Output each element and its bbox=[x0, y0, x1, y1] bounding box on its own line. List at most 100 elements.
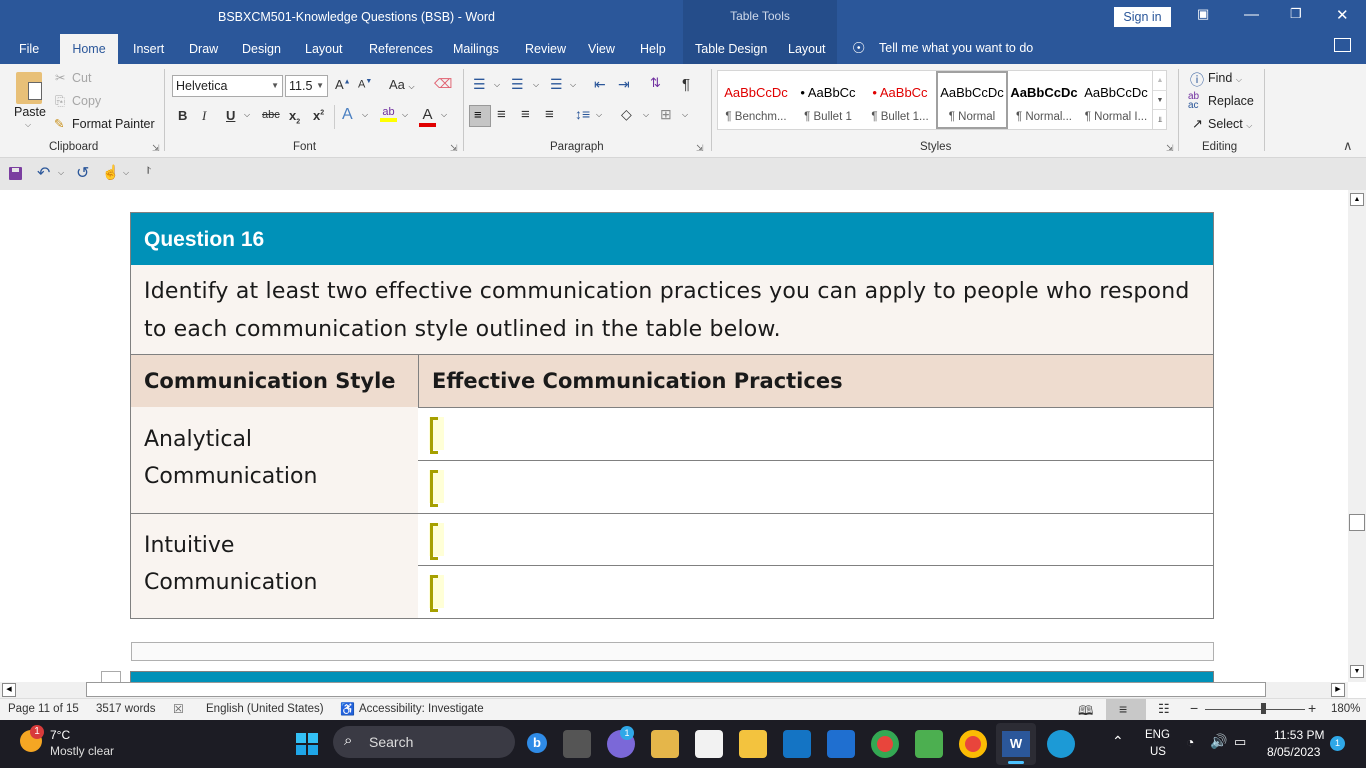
increase-indent-icon[interactable]: ⇥ bbox=[618, 76, 630, 93]
table-row-style-cell[interactable]: Analytical Communication bbox=[130, 407, 419, 514]
styles-up-icon[interactable]: ▲ bbox=[1153, 71, 1167, 90]
line-spacing-dropdown-icon[interactable]: ⌵ bbox=[596, 110, 602, 120]
content-control-placeholder[interactable] bbox=[429, 575, 444, 612]
paste-icon[interactable] bbox=[16, 72, 42, 104]
clock-date[interactable]: 8/05/2023 bbox=[1267, 745, 1320, 759]
scanner-icon[interactable] bbox=[827, 730, 855, 758]
notification-badge[interactable]: 1 bbox=[1330, 736, 1345, 751]
accessibility-status[interactable]: Accessibility: Investigate bbox=[359, 703, 484, 715]
numbering-dropdown-icon[interactable]: ⌵ bbox=[533, 80, 539, 90]
line-spacing-icon[interactable]: ↕≡ bbox=[575, 106, 590, 122]
clear-formatting-icon[interactable]: ⌫ bbox=[434, 76, 452, 92]
cut-button[interactable]: Cut bbox=[72, 71, 91, 85]
word-taskbar-button[interactable]: W bbox=[996, 723, 1036, 765]
customize-qat-icon[interactable]: ⨡ bbox=[147, 166, 151, 177]
weather-temp[interactable]: 7°C bbox=[50, 728, 70, 742]
volume-icon[interactable]: 🔊 bbox=[1210, 733, 1227, 750]
bing-icon[interactable]: b bbox=[527, 733, 547, 753]
horizontal-scroll-thumb[interactable] bbox=[86, 682, 1266, 697]
decrease-indent-icon[interactable]: ⇤ bbox=[594, 76, 606, 93]
task-view-icon[interactable] bbox=[563, 730, 591, 758]
answer-cell[interactable] bbox=[418, 565, 1214, 619]
scroll-down-icon[interactable]: ▼ bbox=[1350, 665, 1364, 678]
scroll-up-icon[interactable]: ▲ bbox=[1350, 193, 1364, 206]
minimize-icon[interactable]: — bbox=[1244, 6, 1259, 23]
bullets-icon[interactable]: ☰ bbox=[473, 76, 486, 93]
clipboard-launcher-icon[interactable]: ⇲ bbox=[152, 143, 160, 154]
underline-dropdown-icon[interactable]: ⌵ bbox=[244, 110, 250, 120]
tab-layout[interactable]: Layout bbox=[305, 42, 343, 56]
battery-icon[interactable]: ▭ bbox=[1234, 734, 1246, 750]
align-left-button[interactable]: ≡ bbox=[469, 105, 491, 127]
wifi-icon[interactable]: ◔ bbox=[1186, 734, 1194, 750]
style-benchmark[interactable]: AaBbCcDc ¶ Benchm... bbox=[720, 71, 792, 129]
undo-icon[interactable]: ↶ bbox=[37, 163, 50, 183]
multilevel-list-icon[interactable]: ☰ bbox=[550, 76, 563, 93]
change-case-icon[interactable]: Aa ⌵ bbox=[389, 77, 415, 92]
tab-mailings[interactable]: Mailings bbox=[453, 42, 499, 56]
paste-button[interactable]: Paste bbox=[14, 105, 46, 119]
styles-scroll[interactable]: ▲ ▼ ⫫ bbox=[1152, 71, 1167, 129]
sign-in-button[interactable]: Sign in bbox=[1114, 7, 1171, 27]
tab-home[interactable]: Home bbox=[60, 34, 118, 64]
style-normal[interactable]: AaBbCcDc ¶ Normal bbox=[936, 71, 1008, 129]
tab-table-design[interactable]: Table Design bbox=[695, 42, 767, 56]
grow-font-icon[interactable]: A▲ bbox=[335, 77, 351, 92]
tab-insert[interactable]: Insert bbox=[133, 42, 164, 56]
format-painter-button[interactable]: Format Painter bbox=[72, 117, 155, 131]
collapse-ribbon-icon[interactable]: ∧ bbox=[1343, 138, 1353, 154]
onedrive-folder-icon[interactable] bbox=[651, 730, 679, 758]
horizontal-scrollbar[interactable]: ◀ ▶ bbox=[0, 682, 1348, 698]
table-row-style-cell[interactable]: Intuitive Communication bbox=[130, 513, 419, 619]
answer-cell[interactable] bbox=[418, 460, 1214, 514]
borders-dropdown-icon[interactable]: ⌵ bbox=[682, 110, 688, 120]
file-explorer-icon[interactable] bbox=[739, 730, 767, 758]
font-name-combo[interactable]: Helvetica ▼ bbox=[172, 75, 283, 97]
select-button[interactable]: Select ⌵ bbox=[1208, 117, 1252, 131]
proofing-icon[interactable]: ☒ bbox=[173, 702, 184, 716]
tab-view[interactable]: View bbox=[588, 42, 615, 56]
tab-references[interactable]: References bbox=[369, 42, 433, 56]
web-layout-icon[interactable]: ☷ bbox=[1158, 701, 1170, 717]
empty-paragraph-box[interactable] bbox=[131, 642, 1214, 661]
print-layout-button[interactable]: ≡ bbox=[1106, 699, 1146, 720]
show-hidden-icons[interactable]: ⌃ bbox=[1112, 733, 1124, 750]
font-launcher-icon[interactable]: ⇲ bbox=[450, 143, 458, 154]
paragraph-launcher-icon[interactable]: ⇲ bbox=[696, 143, 704, 154]
zoom-slider[interactable] bbox=[1205, 709, 1305, 710]
zoom-slider-thumb[interactable] bbox=[1261, 703, 1266, 714]
word-count[interactable]: 3517 words bbox=[96, 703, 155, 715]
justify-icon[interactable]: ≡ bbox=[545, 106, 554, 123]
scroll-left-icon[interactable]: ◀ bbox=[2, 683, 16, 697]
font-color-dropdown-icon[interactable]: ⌵ bbox=[441, 110, 447, 120]
styles-down-icon[interactable]: ▼ bbox=[1153, 90, 1167, 109]
answer-cell[interactable] bbox=[418, 513, 1214, 566]
input-language-top[interactable]: ENG bbox=[1145, 729, 1170, 741]
show-formatting-icon[interactable]: ¶ bbox=[682, 76, 690, 93]
input-language-bottom[interactable]: US bbox=[1150, 746, 1166, 758]
microsoft-store-icon[interactable] bbox=[695, 730, 723, 758]
weather-desc[interactable]: Mostly clear bbox=[50, 744, 114, 758]
content-control-placeholder[interactable] bbox=[429, 417, 444, 454]
highlight-icon[interactable]: ab bbox=[380, 106, 397, 122]
font-color-icon[interactable]: A bbox=[419, 106, 436, 127]
bullets-dropdown-icon[interactable]: ⌵ bbox=[494, 80, 500, 90]
photos-icon[interactable] bbox=[915, 730, 943, 758]
borders-icon[interactable]: ⊞ bbox=[660, 106, 672, 123]
restore-icon[interactable]: ❐ bbox=[1290, 6, 1302, 22]
sort-icon[interactable]: ⇅ bbox=[650, 75, 661, 91]
chrome-icon[interactable] bbox=[871, 730, 899, 758]
answer-cell[interactable] bbox=[418, 407, 1214, 461]
close-icon[interactable]: ✕ bbox=[1336, 6, 1349, 24]
shading-dropdown-icon[interactable]: ⌵ bbox=[643, 110, 649, 120]
touch-dropdown-icon[interactable]: ⌵ bbox=[123, 168, 129, 178]
highlight-dropdown-icon[interactable]: ⌵ bbox=[402, 110, 408, 120]
page-indicator[interactable]: Page 11 of 15 bbox=[8, 703, 79, 715]
ribbon-display-icon[interactable]: ▣ bbox=[1197, 6, 1209, 22]
question-prompt-cell[interactable]: Identify at least two effective communic… bbox=[130, 265, 1214, 355]
chrome-profile-icon[interactable] bbox=[959, 730, 987, 758]
underline-icon[interactable]: U bbox=[226, 108, 235, 123]
taskbar-search[interactable]: ⌕ Search bbox=[333, 726, 515, 758]
style-normal-indent[interactable]: AaBbCcDc ¶ Normal I... bbox=[1080, 71, 1152, 129]
tell-me-search[interactable]: Tell me what you want to do bbox=[879, 41, 1033, 55]
